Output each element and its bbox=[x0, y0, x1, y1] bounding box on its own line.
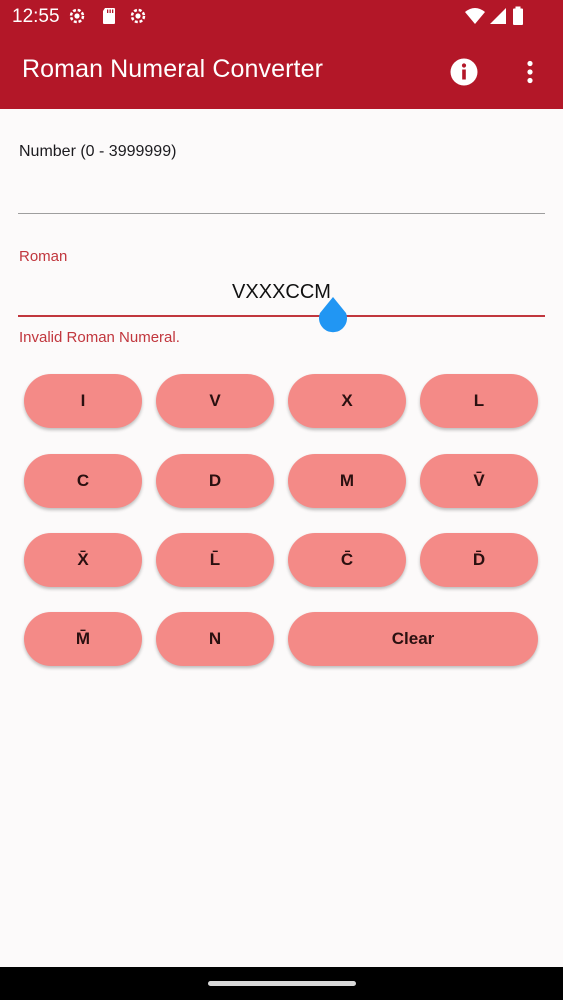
battery-icon bbox=[513, 6, 523, 25]
sd-card-icon bbox=[103, 8, 115, 24]
number-input[interactable] bbox=[18, 173, 545, 214]
text-cursor-handle[interactable] bbox=[317, 296, 349, 336]
wifi-icon bbox=[465, 8, 485, 24]
status-time: 12:55 bbox=[12, 6, 60, 27]
navigation-bar bbox=[0, 967, 563, 1000]
roman-input[interactable] bbox=[18, 269, 545, 317]
key-c-bar-button[interactable]: C̄ bbox=[288, 533, 406, 587]
key-v-button[interactable]: V bbox=[156, 374, 274, 428]
key-i-button[interactable]: I bbox=[24, 374, 142, 428]
key-x-button[interactable]: X bbox=[288, 374, 406, 428]
gear-icon bbox=[69, 8, 85, 24]
gear-icon bbox=[130, 8, 146, 24]
key-c-button[interactable]: C bbox=[24, 454, 142, 508]
app-bar: Roman Numeral Converter bbox=[0, 33, 563, 109]
key-d-bar-button[interactable]: D̄ bbox=[420, 533, 538, 587]
clear-button[interactable]: Clear bbox=[288, 612, 538, 666]
number-field-label: Number (0 - 3999999) bbox=[19, 143, 177, 160]
info-icon[interactable] bbox=[449, 57, 479, 87]
key-m-bar-button[interactable]: M̄ bbox=[24, 612, 142, 666]
key-v-bar-button[interactable]: V̄ bbox=[420, 454, 538, 508]
status-bar: 12:55 bbox=[0, 0, 563, 33]
converter-form: Number (0 - 3999999) Roman Invalid Roman… bbox=[0, 109, 563, 967]
key-m-button[interactable]: M bbox=[288, 454, 406, 508]
key-x-bar-button[interactable]: X̄ bbox=[24, 533, 142, 587]
roman-error-message: Invalid Roman Numeral. bbox=[19, 329, 180, 346]
key-d-button[interactable]: D bbox=[156, 454, 274, 508]
more-vert-icon[interactable] bbox=[515, 57, 545, 87]
home-gesture-handle[interactable] bbox=[208, 981, 356, 986]
signal-icon bbox=[490, 8, 506, 24]
key-n-button[interactable]: N bbox=[156, 612, 274, 666]
key-l-button[interactable]: L bbox=[420, 374, 538, 428]
roman-field-label: Roman bbox=[19, 248, 68, 265]
key-l-bar-button[interactable]: L̄ bbox=[156, 533, 274, 587]
app-title: Roman Numeral Converter bbox=[22, 55, 324, 83]
